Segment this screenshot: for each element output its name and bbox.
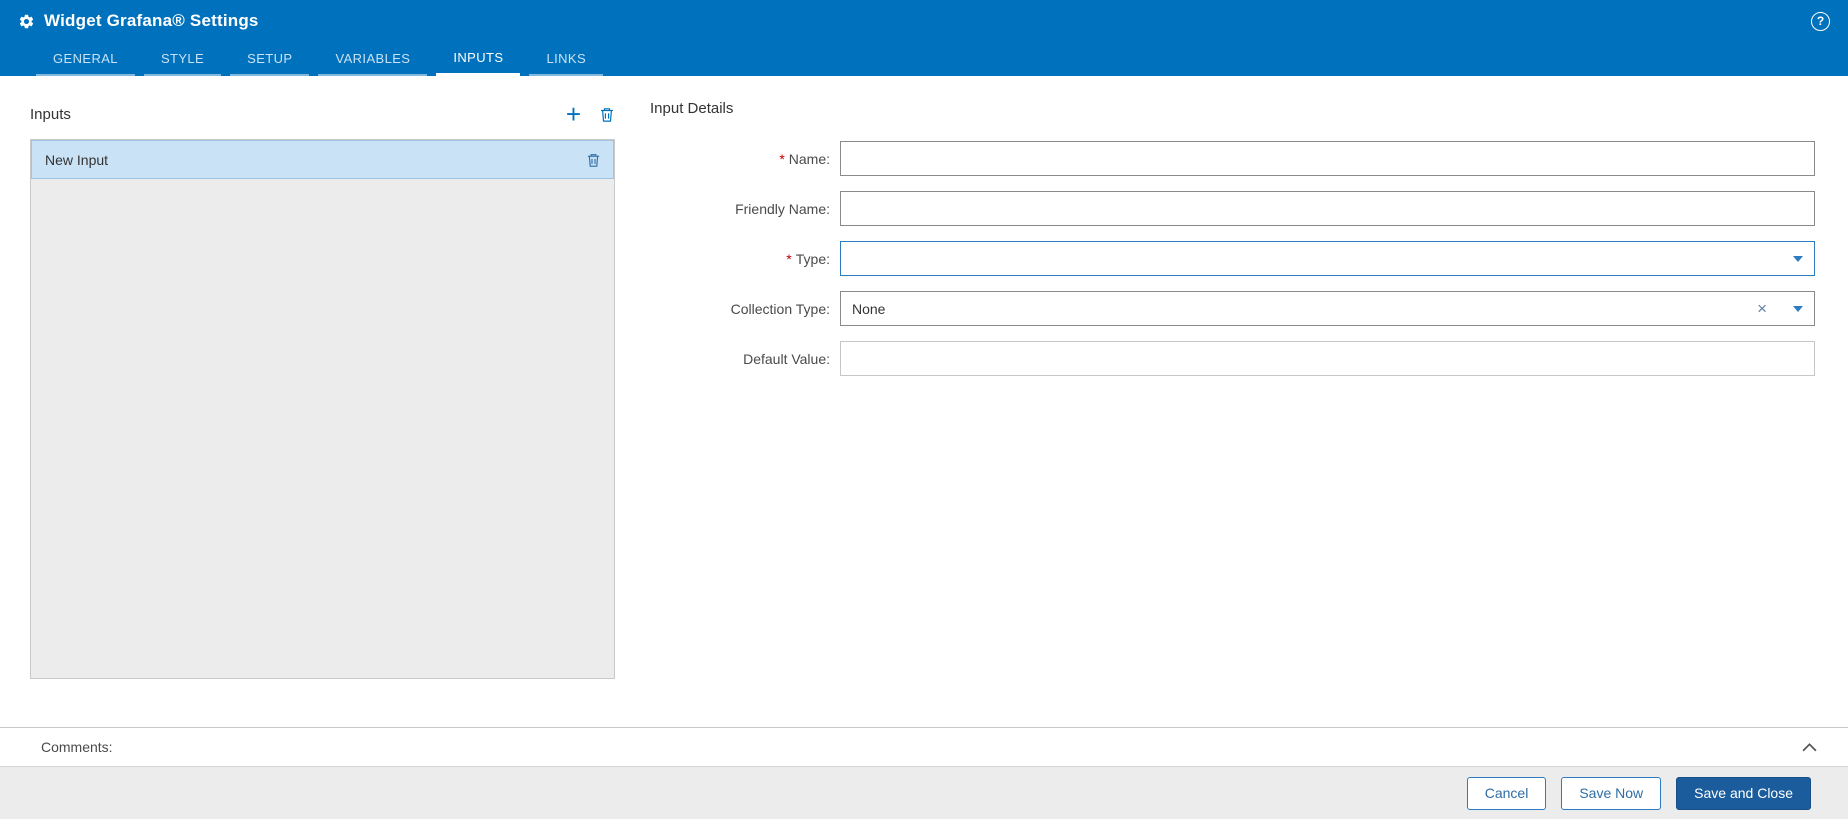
trash-icon xyxy=(586,152,601,168)
title-bar: Widget Grafana® Settings ? xyxy=(0,0,1848,42)
footer-bar: Cancel Save Now Save and Close xyxy=(0,766,1848,819)
list-item[interactable]: New Input xyxy=(31,140,614,179)
save-now-button[interactable]: Save Now xyxy=(1561,776,1662,810)
trash-icon xyxy=(599,106,615,123)
save-and-close-button[interactable]: Save and Close xyxy=(1676,776,1811,810)
header: Widget Grafana® Settings ? GENERAL STYLE… xyxy=(0,0,1848,76)
tab-bar: GENERAL STYLE SETUP VARIABLES INPUTS LIN… xyxy=(0,42,1848,76)
plus-icon: + xyxy=(565,99,581,129)
type-select[interactable] xyxy=(840,241,1815,276)
list-item-label: New Input xyxy=(45,151,109,168)
caret-down-icon[interactable] xyxy=(1793,255,1803,262)
caret-down-icon[interactable] xyxy=(1793,305,1803,312)
gear-icon xyxy=(18,13,35,30)
default-value-row: Default Value: xyxy=(650,341,1815,376)
row-delete-button[interactable] xyxy=(586,152,601,168)
friendly-name-field-wrap xyxy=(840,191,1815,226)
friendly-name-label: Friendly Name: xyxy=(735,200,830,217)
chevron-up-icon[interactable] xyxy=(1802,742,1817,752)
friendly-name-field[interactable] xyxy=(840,191,1815,226)
friendly-name-row: Friendly Name: xyxy=(650,191,1815,226)
inputs-list[interactable]: New Input xyxy=(30,139,615,679)
inputs-list-panel: Inputs + New Input xyxy=(30,100,615,727)
collection-type-label: Collection Type: xyxy=(730,300,830,317)
default-value-field-wrap xyxy=(840,341,1815,376)
input-details-title: Input Details xyxy=(650,100,734,117)
type-row: * Type: xyxy=(650,241,1815,276)
collection-type-row: Collection Type: None × xyxy=(650,291,1815,326)
tab-links[interactable]: LINKS xyxy=(529,44,604,76)
name-row: * Name: xyxy=(650,141,1815,176)
tab-variables[interactable]: VARIABLES xyxy=(318,44,428,76)
settings-window: Widget Grafana® Settings ? GENERAL STYLE… xyxy=(0,0,1848,819)
clear-icon[interactable]: × xyxy=(1757,300,1767,317)
default-value-label: Default Value: xyxy=(743,350,830,367)
collection-type-field-wrap: None × xyxy=(840,291,1815,326)
required-marker: * xyxy=(786,250,792,267)
default-value-field[interactable] xyxy=(840,341,1815,376)
cancel-button[interactable]: Cancel xyxy=(1466,776,1547,810)
help-icon[interactable]: ? xyxy=(1811,11,1830,31)
add-input-button[interactable]: + xyxy=(565,99,581,129)
delete-input-button[interactable] xyxy=(599,106,615,123)
collection-type-select[interactable]: None × xyxy=(840,291,1815,326)
inputs-list-title: Inputs xyxy=(30,105,71,123)
main-content: Inputs + New Input Input Details * Name:… xyxy=(0,76,1848,727)
inputs-list-actions: + xyxy=(565,99,615,129)
tab-setup[interactable]: SETUP xyxy=(230,44,310,76)
comments-label: Comments: xyxy=(41,739,113,755)
tab-general[interactable]: GENERAL xyxy=(36,44,135,76)
name-label: * Name: xyxy=(779,150,830,167)
name-field-wrap xyxy=(840,141,1815,176)
inputs-list-header: Inputs + xyxy=(30,100,615,128)
collection-type-select-value: None xyxy=(852,300,886,317)
input-details-panel: Input Details * Name: Friendly Name: * Typ… xyxy=(650,100,1815,727)
page-title: Widget Grafana® Settings xyxy=(44,11,259,30)
type-field-wrap xyxy=(840,241,1815,276)
required-marker: * xyxy=(779,150,785,167)
name-field[interactable] xyxy=(840,141,1815,176)
tab-style[interactable]: STYLE xyxy=(143,44,222,76)
tab-inputs[interactable]: INPUTS xyxy=(436,43,521,76)
type-label: * Type: xyxy=(786,250,830,267)
comments-bar: Comments: xyxy=(0,727,1848,766)
